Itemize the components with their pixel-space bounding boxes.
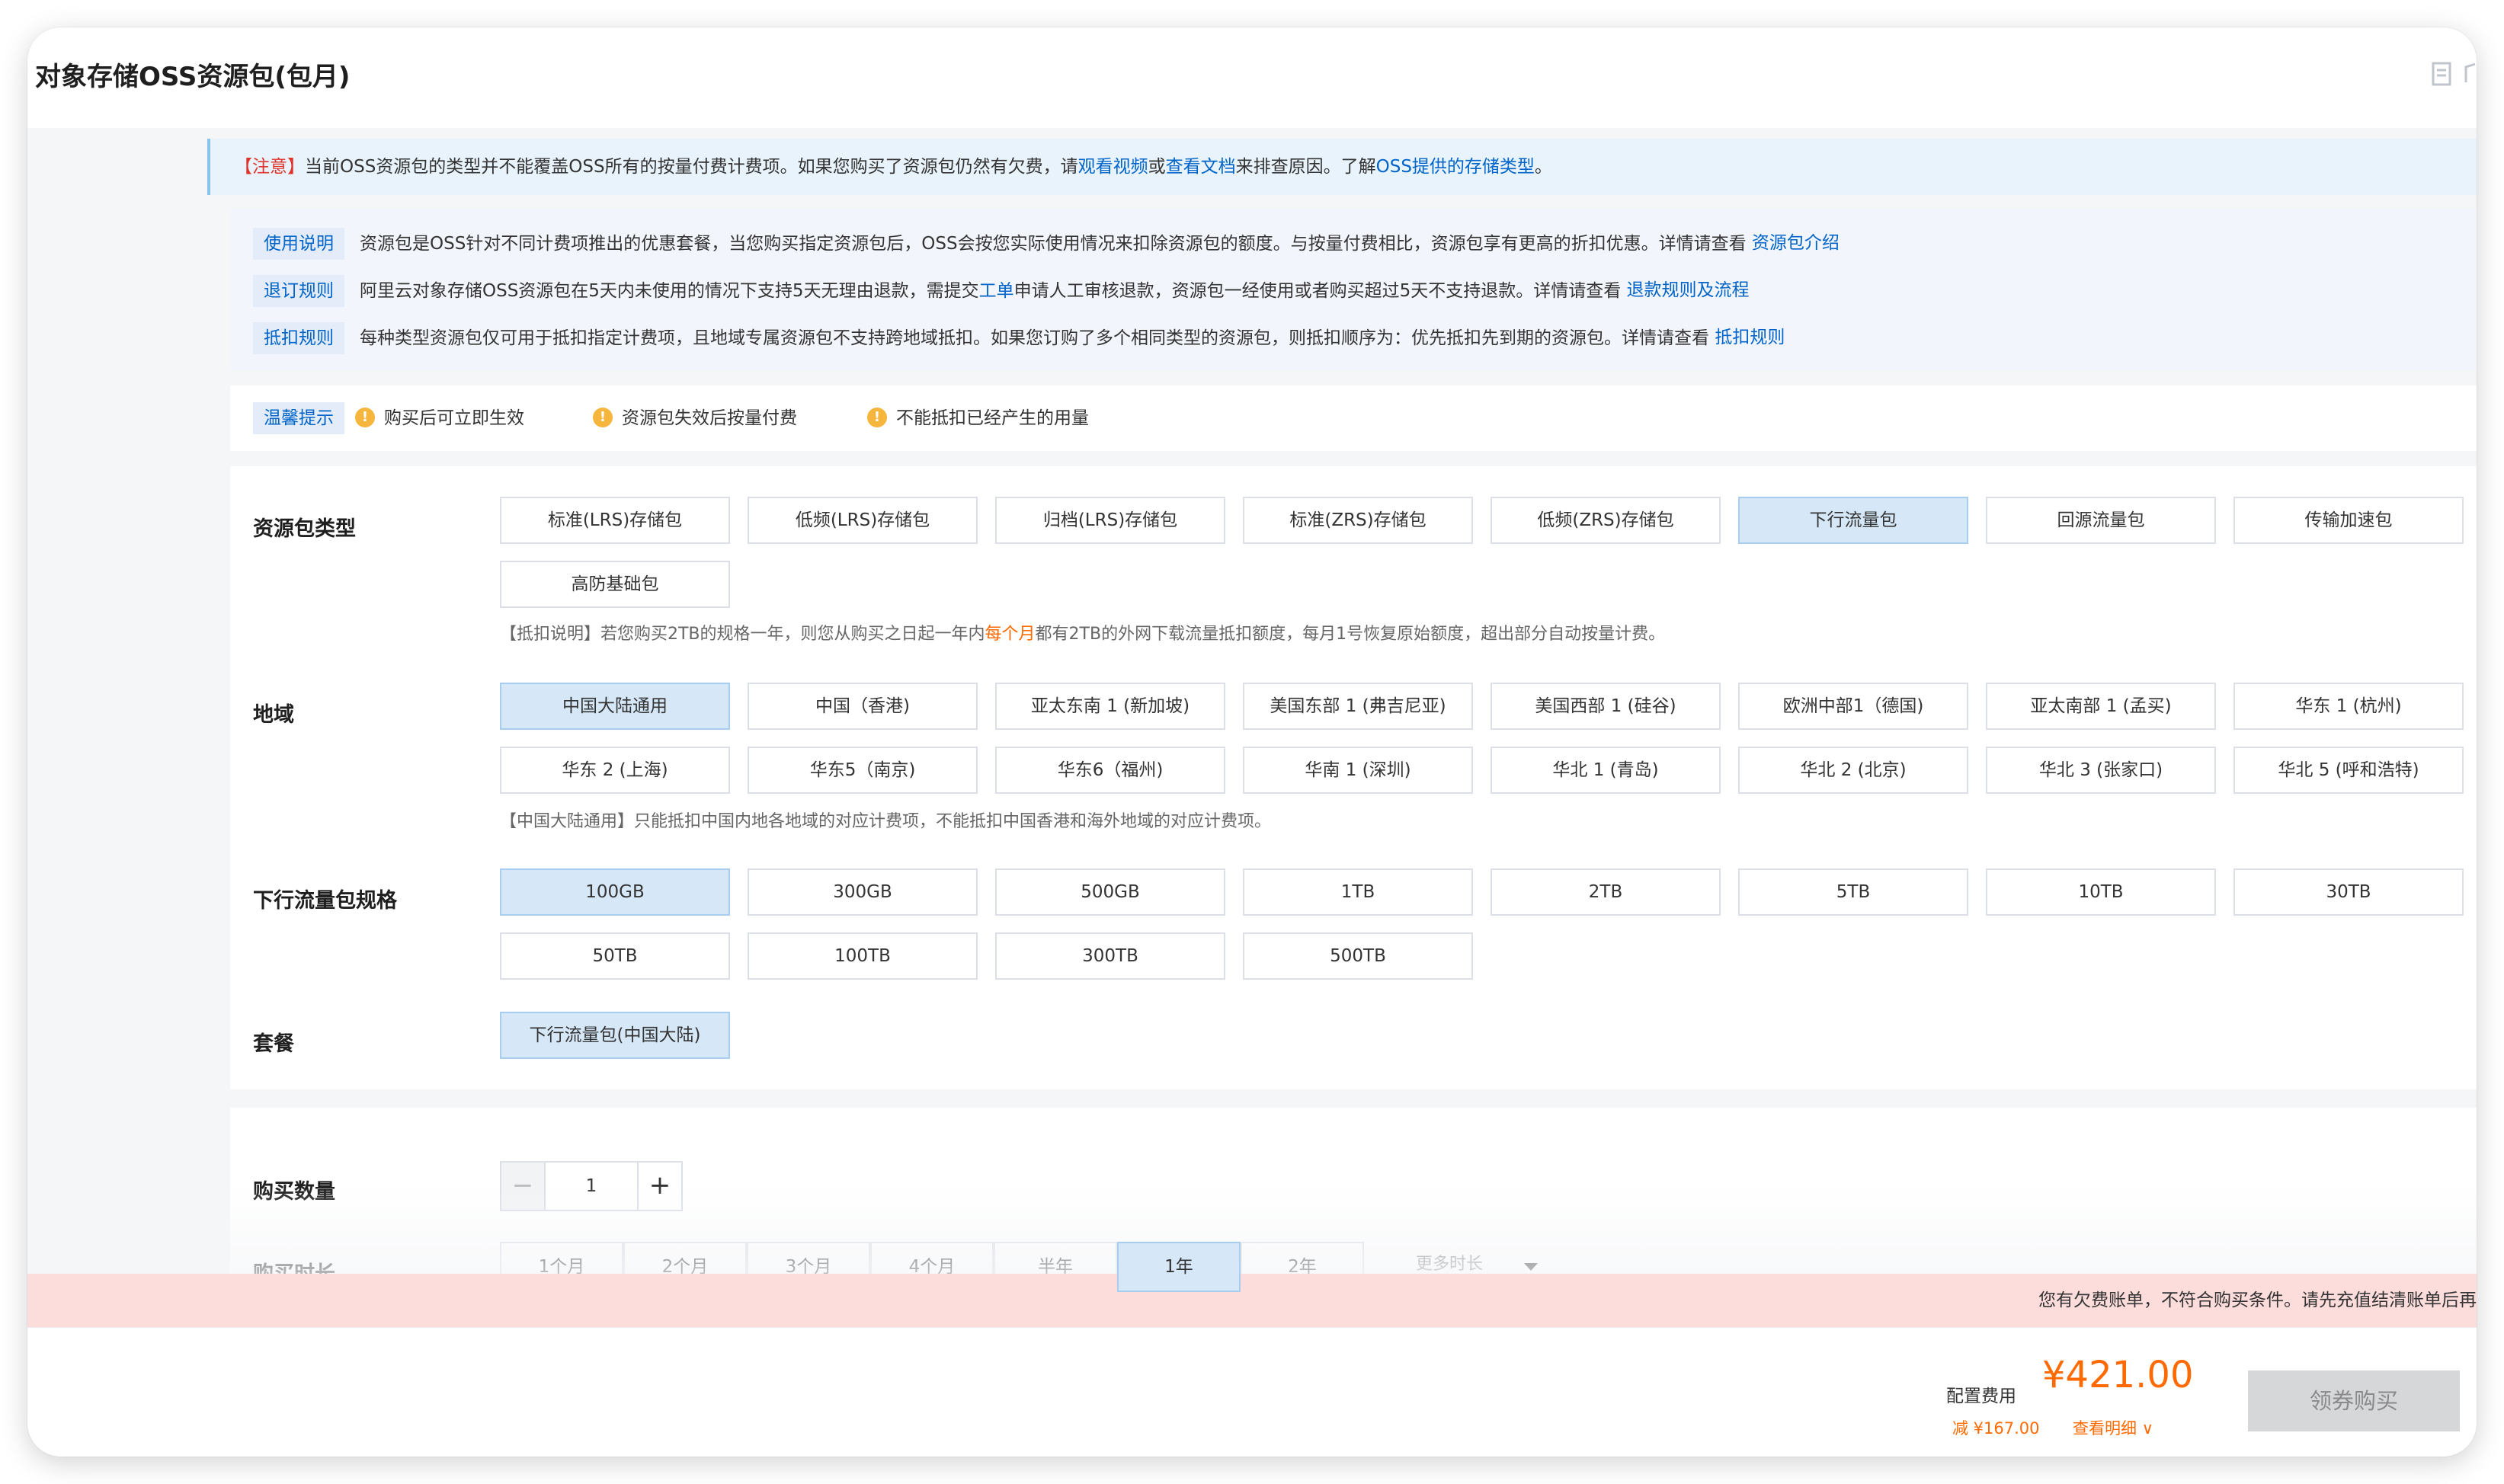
option-region[interactable]: 华北 1 (青岛) [1491, 747, 1721, 794]
config-panel: 资源包类型 标准(LRS)存储包 低频(LRS)存储包 归档(LRS)存储包 标… [230, 466, 2477, 1089]
option-region[interactable]: 华东 2 (上海) [500, 747, 730, 794]
quantity-stepper: − 1 + [500, 1161, 683, 1211]
rule-tag: 退订规则 [253, 274, 344, 307]
option-spec[interactable]: 100TB [748, 932, 978, 980]
notice-warn-label: 【注意】 [235, 157, 305, 177]
option-package-type[interactable]: 标准(LRS)存储包 [500, 497, 730, 544]
option-region[interactable]: 华北 3 (张家口) [1986, 747, 2216, 794]
option-region[interactable]: 华东5（南京) [748, 747, 978, 794]
tip-item: ! 资源包失效后按量付费 [593, 402, 797, 434]
notice-text-2: 来排查原因。了解 [1235, 157, 1376, 177]
decrement-button[interactable]: − [501, 1163, 546, 1210]
watch-video-link[interactable]: 观看视频 [1078, 157, 1148, 177]
more-duration-label: 更多时长 [1416, 1255, 1484, 1274]
document-icon[interactable] [2431, 61, 2452, 93]
option-package-type-selected[interactable]: 下行流量包 [1738, 497, 1968, 544]
option-spec[interactable]: 2TB [1491, 868, 1721, 916]
fee-label: 配置费用 [1946, 1386, 2016, 1406]
option-package-type[interactable]: 传输加速包 [2233, 497, 2464, 544]
discount-amount: 减 ¥167.00 [1952, 1419, 2040, 1438]
info-icon: ! [867, 407, 887, 427]
region-note: 【中国大陆通用】只能抵扣中国内地各地域的对应计费项，不能抵扣中国香港和海外地域的… [500, 812, 1272, 831]
option-spec[interactable]: 30TB [2233, 868, 2464, 916]
spec-label: 下行流量包规格 [253, 889, 397, 913]
edit-icon[interactable] [2463, 61, 2477, 93]
rule-text: 阿里云对象存储OSS资源包在5天内未使用的情况下支持5天无理由退款，需提交工单申… [360, 280, 1622, 301]
tip-item: ! 购买后可立即生效 [355, 402, 524, 434]
option-region[interactable]: 华东 1 (杭州) [2233, 683, 2464, 730]
option-spec[interactable]: 5TB [1738, 868, 1968, 916]
quantity-label: 购买数量 [253, 1180, 335, 1204]
purchase-window: 对象存储OSS资源包(包月) 【注意】当前OSS资源包的类型并不能覆盖OSS所有… [27, 27, 2477, 1457]
option-region[interactable]: 华南 1 (深圳) [1243, 747, 1473, 794]
rule-deduction: 抵扣规则 每种类型资源包仅可用于抵扣指定计费项，且地域专属资源包不支持跨地域抵扣。… [253, 318, 1785, 357]
ticket-link[interactable]: 工单 [979, 281, 1014, 301]
tip-item: ! 不能抵扣已经产生的用量 [867, 402, 1089, 434]
notice-text: 当前OSS资源包的类型并不能覆盖OSS所有的按量付费计费项。如果您购买了资源包仍… [305, 157, 1078, 177]
header: 对象存储OSS资源包(包月) [27, 27, 2477, 128]
package-intro-link[interactable]: 资源包介绍 [1752, 233, 1840, 253]
main-content: 【注意】当前OSS资源包的类型并不能覆盖OSS所有的按量付费计费项。如果您购买了… [207, 126, 2477, 1336]
rule-text: 资源包是OSS针对不同计费项推出的优惠套餐，当您购买指定资源包后，OSS会按您实… [360, 233, 1747, 254]
page-title: 对象存储OSS资源包(包月) [35, 62, 351, 92]
rule-text: 每种类型资源包仅可用于抵扣指定计费项，且地域专属资源包不支持跨地域抵扣。如果您订… [360, 328, 1709, 348]
view-details-link[interactable]: 查看明细 ∨ [2073, 1416, 2153, 1439]
option-region[interactable]: 美国东部 1 (弗吉尼亚) [1243, 683, 1473, 730]
option-region[interactable]: 欧洲中部1（德国) [1738, 683, 1968, 730]
quantity-input[interactable]: 1 [546, 1163, 637, 1210]
option-package-type[interactable]: 低频(LRS)存储包 [748, 497, 978, 544]
option-spec[interactable]: 500GB [995, 868, 1225, 916]
view-doc-link[interactable]: 查看文档 [1166, 157, 1236, 177]
option-region[interactable]: 华北 5 (呼和浩特) [2233, 747, 2464, 794]
plan-label: 套餐 [253, 1032, 294, 1056]
option-package-type[interactable]: 高防基础包 [500, 561, 730, 608]
rule-usage: 使用说明 资源包是OSS针对不同计费项推出的优惠套餐，当您购买指定资源包后，OSS… [253, 224, 1840, 262]
option-region[interactable]: 美国西部 1 (硅谷) [1491, 683, 1721, 730]
option-region[interactable]: 华北 2 (北京) [1738, 747, 1968, 794]
option-package-type[interactable]: 标准(ZRS)存储包 [1243, 497, 1473, 544]
option-plan-selected[interactable]: 下行流量包(中国大陆) [500, 1012, 730, 1059]
option-package-type[interactable]: 低频(ZRS)存储包 [1491, 497, 1721, 544]
option-package-type[interactable]: 归档(LRS)存储包 [995, 497, 1225, 544]
option-spec[interactable]: 10TB [1986, 868, 2216, 916]
deduction-rules-link[interactable]: 抵扣规则 [1715, 328, 1785, 347]
package-type-label: 资源包类型 [253, 517, 356, 541]
option-spec[interactable]: 500TB [1243, 932, 1473, 980]
option-region[interactable]: 华东6（福州) [995, 747, 1225, 794]
option-region[interactable]: 亚太东南 1 (新加坡) [995, 683, 1225, 730]
rule-tag: 使用说明 [253, 227, 344, 260]
arrears-alert: 您有欠费账单，不符合购买条件。请先充值结清账单后再 [27, 1274, 2477, 1327]
rule-tag: 抵扣规则 [253, 321, 344, 354]
option-region[interactable]: 中国（香港) [748, 683, 978, 730]
option-spec[interactable]: 300GB [748, 868, 978, 916]
notice-or: 或 [1148, 157, 1166, 177]
option-spec-selected[interactable]: 100GB [500, 868, 730, 916]
rules-panel: 使用说明 资源包是OSS针对不同计费项推出的优惠套餐，当您购买指定资源包后，OSS… [230, 209, 2477, 370]
option-region-selected[interactable]: 中国大陆通用 [500, 683, 730, 730]
option-region[interactable]: 亚太南部 1 (孟买) [1986, 683, 2216, 730]
chevron-down-icon [1524, 1263, 1538, 1271]
storage-types-link[interactable]: OSS提供的存储类型 [1376, 157, 1535, 177]
info-icon: ! [355, 407, 375, 427]
increment-button[interactable]: + [637, 1163, 681, 1210]
notice-banner: 【注意】当前OSS资源包的类型并不能覆盖OSS所有的按量付费计费项。如果您购买了… [207, 139, 2477, 195]
rule-refund: 退订规则 阿里云对象存储OSS资源包在5天内未使用的情况下支持5天无理由退款，需提… [253, 271, 1750, 309]
option-spec[interactable]: 300TB [995, 932, 1225, 980]
total-price: ¥421.00 [2042, 1354, 2194, 1396]
option-duration-selected[interactable]: 1年 [1117, 1242, 1241, 1292]
info-icon: ! [593, 407, 613, 427]
tips-panel: 温馨提示 ! 购买后可立即生效 ! 资源包失效后按量付费 ! 不能抵扣已经产生的用量 [230, 385, 2477, 451]
package-note: 【抵扣说明】若您购买2TB的规格一年，则您从购买之日起一年内每个月都有2TB的外… [500, 625, 1666, 644]
notice-end: 。 [1534, 157, 1552, 177]
option-spec[interactable]: 1TB [1243, 868, 1473, 916]
footer: 配置费用 ¥421.00 减 ¥167.00 查看明细 ∨ 领券购买 [27, 1327, 2477, 1457]
arrears-alert-text: 您有欠费账单，不符合购买条件。请先充值结清账单后再 [2038, 1291, 2477, 1310]
buy-button[interactable]: 领券购买 [2248, 1370, 2460, 1431]
option-spec[interactable]: 50TB [500, 932, 730, 980]
option-package-type[interactable]: 回源流量包 [1986, 497, 2216, 544]
refund-rules-link[interactable]: 退款规则及流程 [1627, 280, 1750, 300]
region-label: 地域 [253, 703, 294, 727]
tips-tag: 温馨提示 [253, 402, 344, 434]
